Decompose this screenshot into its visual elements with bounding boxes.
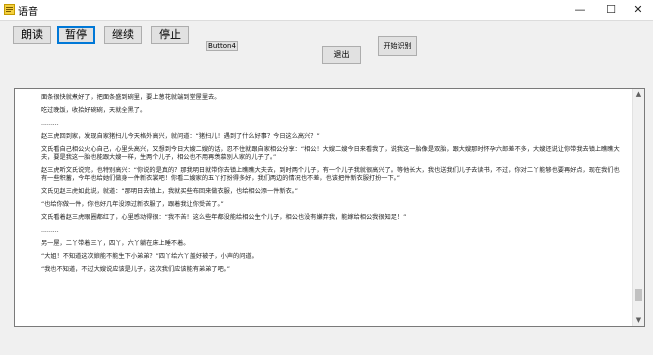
start-recognition-button[interactable]: 开始识别	[378, 36, 417, 56]
pause-button[interactable]: 暂停	[57, 26, 95, 44]
paragraph: .........	[41, 120, 59, 127]
stop-button[interactable]: 停止	[151, 26, 189, 44]
vertical-scrollbar[interactable]: ▲ ▼	[632, 89, 644, 326]
scroll-up-arrow-icon[interactable]: ▲	[633, 89, 644, 100]
paragraph: 赵三虎回到家，发现自家猪扫儿今天格外高兴，就问道：“猪扫儿！遇到了什么好事？今日…	[41, 133, 320, 140]
paragraph: .........	[41, 227, 59, 234]
close-button[interactable]: ✕	[623, 0, 653, 20]
minimize-button[interactable]: —	[565, 0, 595, 20]
paragraph: 文氏见赵三虎如此说，就道：“那明日去镇上，我就买些布回来做衣服，也给相公添一件新…	[41, 188, 298, 195]
paragraph: 另一屋，二丫带着三丫，四丫，六丫躺在床上睡不着。	[41, 240, 190, 247]
button4[interactable]: Button4	[206, 41, 238, 51]
text-content: 面条很快就煮好了，把面条盛到碗里，要上葱花就端到堂屋里去。 吃过晚饭，收拾好碗碗…	[41, 94, 621, 279]
read-button[interactable]: 朗读	[13, 26, 51, 44]
exit-button[interactable]: 退出	[322, 46, 361, 64]
window-title: 语音	[18, 7, 38, 18]
app-icon	[4, 4, 15, 15]
paragraph: “也给你做一件，你也好几年没添过新衣服了，跟着我让你受苦了。”	[41, 201, 224, 208]
paragraph: 吃过晚饭，收拾好碗碗，天就全黑了。	[41, 107, 147, 114]
paragraph: “我也不知道，不过大嫂说应该是儿子，这次我们应该能有弟弟了吧。”	[41, 266, 230, 273]
paragraph: 赵三虎听文氏说完，也特别高兴：“你说的是真的？那我明日就带你去镇上瞧瞧大夫去，到…	[41, 167, 620, 182]
paragraph: “大姐！不知道这次娘能不能生下小弟弟？”四丫给六丫盖好被子，小声的问道。	[41, 253, 258, 260]
continue-button[interactable]: 继续	[104, 26, 142, 44]
scroll-down-arrow-icon[interactable]: ▼	[633, 315, 644, 326]
maximize-button[interactable]: ☐	[596, 0, 626, 20]
paragraph: 文氏看着赵三虎眼圈都红了，心里感动得很：“我不苦！这么些年都没能给相公生个儿子，…	[41, 214, 407, 221]
paragraph: 面条很快就煮好了，把面条盛到碗里，要上葱花就端到堂屋里去。	[41, 94, 221, 101]
title-bar: 语音 — ☐ ✕	[0, 0, 653, 21]
scrollbar-thumb[interactable]	[635, 288, 642, 301]
paragraph: 文氏看自己相公火心自己，心里头高兴，又想到今日大嫂二嫂的话，忍不住就跟自家相公分…	[41, 146, 620, 161]
text-area[interactable]: 面条很快就煮好了，把面条盛到碗里，要上葱花就端到堂屋里去。 吃过晚饭，收拾好碗碗…	[14, 88, 645, 327]
